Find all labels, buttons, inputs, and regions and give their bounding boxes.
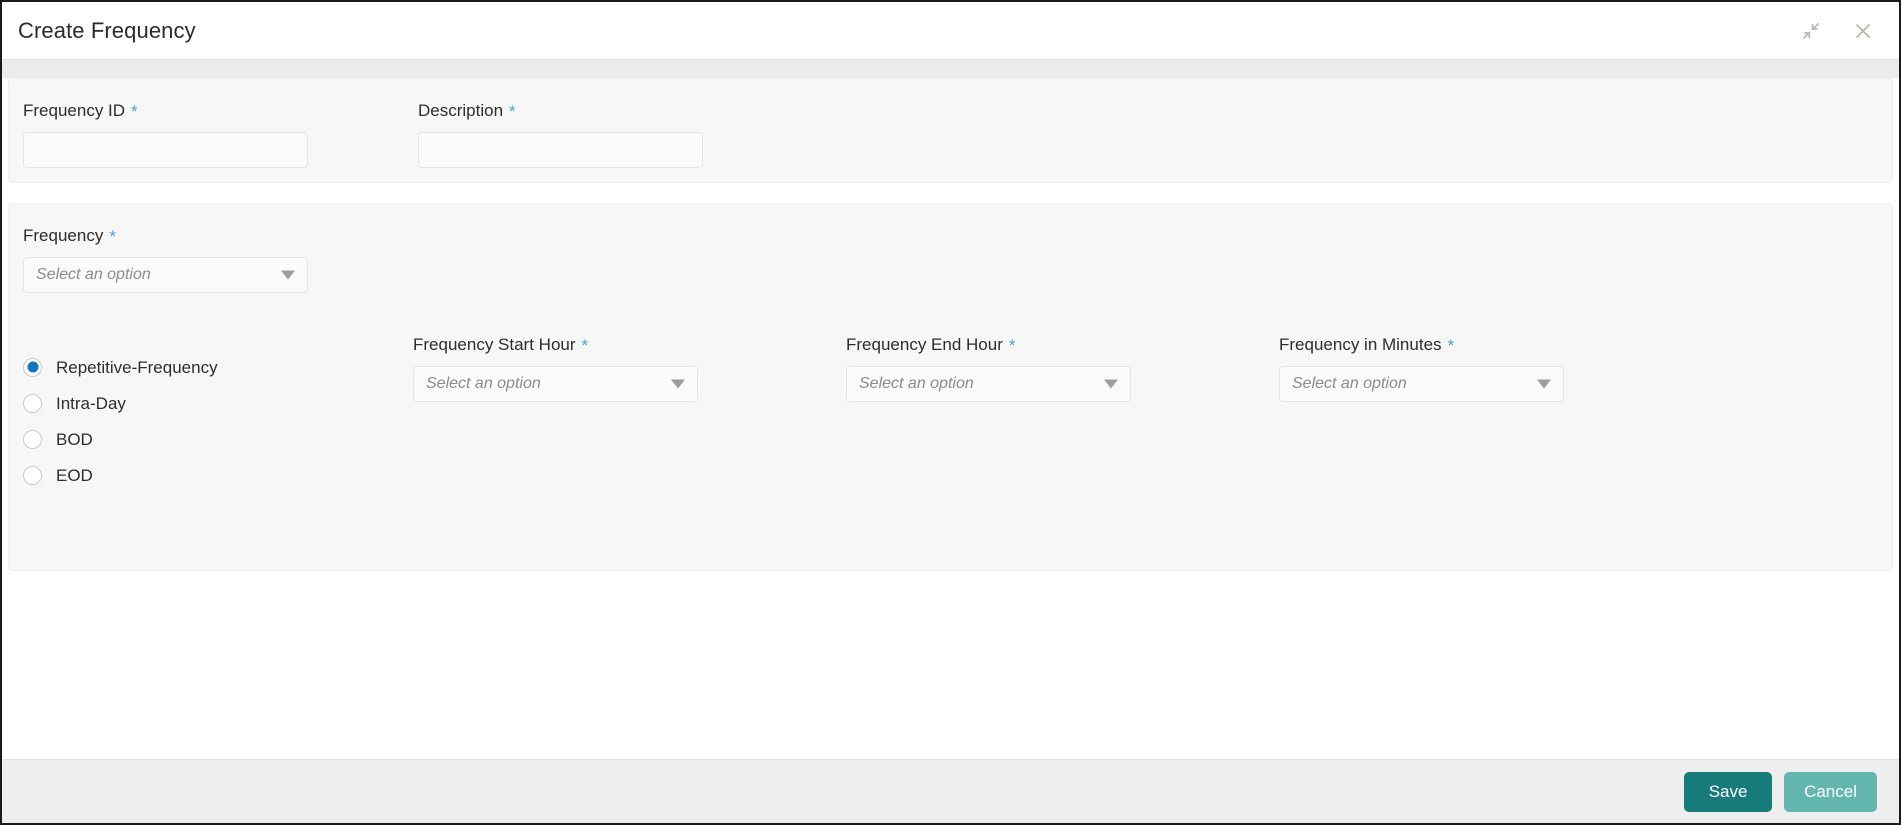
radio-intra-day[interactable]: Intra-Day [23, 385, 413, 421]
frequency-required-marker: * [109, 227, 116, 246]
radio-bod[interactable]: BOD [23, 421, 413, 457]
frequency-in-minutes-value: Select an option [1292, 375, 1407, 392]
chevron-down-icon [671, 379, 685, 389]
description-label: Description [418, 101, 504, 120]
radio-repetitive-frequency[interactable]: Repetitive-Frequency [23, 349, 413, 385]
description-field-group: Description * [418, 101, 703, 168]
radio-eod[interactable]: EOD [23, 457, 413, 493]
collapse-arrows-icon[interactable] [1797, 17, 1825, 45]
description-input[interactable] [418, 132, 703, 168]
radio-indicator [23, 429, 42, 449]
frequency-in-minutes-field-group: Frequency in Minutes * Select an option [1279, 335, 1619, 493]
panel-gap [2, 183, 1899, 203]
cancel-button[interactable]: Cancel [1784, 771, 1877, 812]
frequency-label: Frequency [23, 226, 104, 245]
radio-label: Intra-Day [56, 393, 126, 413]
dialog-footer: Save Cancel [2, 759, 1899, 823]
frequency-select-value: Select an option [36, 266, 151, 283]
frequency-start-hour-value: Select an option [426, 375, 541, 392]
frequency-id-input[interactable] [23, 132, 308, 168]
frequency-type-radio-group: Repetitive-Frequency Intra-Day BOD EOD [23, 335, 413, 493]
close-icon[interactable] [1849, 17, 1877, 45]
frequency-in-minutes-label: Frequency in Minutes [1279, 335, 1442, 354]
title-bar-actions [1797, 17, 1877, 45]
radio-indicator [23, 357, 42, 377]
frequency-start-hour-field-group: Frequency Start Hour * Select an option [413, 335, 753, 493]
chevron-down-icon [1104, 379, 1118, 389]
frequency-field-group: Frequency * Select an option [23, 226, 308, 293]
frequency-id-required-marker: * [131, 102, 138, 121]
frequency-end-hour-label: Frequency End Hour [846, 335, 1003, 354]
dialog-title-bar: Create Frequency [2, 2, 1899, 60]
frequency-in-minutes-select[interactable]: Select an option [1279, 366, 1564, 402]
frequency-start-hour-select[interactable]: Select an option [413, 366, 698, 402]
frequency-id-field-group: Frequency ID * [23, 101, 308, 168]
dialog-content: Frequency ID * Description * Frequency * Se… [2, 78, 1899, 759]
save-button[interactable]: Save [1684, 771, 1773, 812]
frequency-start-hour-required-marker: * [581, 336, 589, 355]
radio-indicator [23, 393, 42, 413]
frequency-end-hour-required-marker: * [1008, 336, 1016, 355]
description-required-marker: * [509, 102, 516, 121]
create-frequency-dialog: Create Frequency Frequency ID * Descript… [0, 0, 1901, 825]
frequency-id-label: Frequency ID [23, 101, 126, 120]
title-separator-band [2, 60, 1899, 78]
frequency-end-hour-field-group: Frequency End Hour * Select an option [846, 335, 1186, 493]
frequency-start-hour-label: Frequency Start Hour [413, 335, 576, 354]
radio-label: EOD [56, 465, 93, 485]
radio-indicator [23, 465, 42, 485]
frequency-options-row: Repetitive-Frequency Intra-Day BOD EOD F… [23, 335, 1892, 493]
page-title: Create Frequency [18, 17, 196, 43]
radio-label: BOD [56, 429, 93, 449]
frequency-in-minutes-required-marker: * [1447, 336, 1455, 355]
frequency-end-hour-value: Select an option [859, 375, 974, 392]
chevron-down-icon [281, 270, 295, 280]
identification-row: Frequency ID * Description * [23, 101, 1892, 168]
frequency-details-panel: Frequency * Select an option Repetitive-F… [8, 203, 1893, 571]
frequency-end-hour-select[interactable]: Select an option [846, 366, 1131, 402]
radio-label: Repetitive-Frequency [56, 357, 218, 377]
frequency-select[interactable]: Select an option [23, 257, 308, 293]
identification-panel: Frequency ID * Description * [8, 78, 1893, 183]
chevron-down-icon [1537, 379, 1551, 389]
